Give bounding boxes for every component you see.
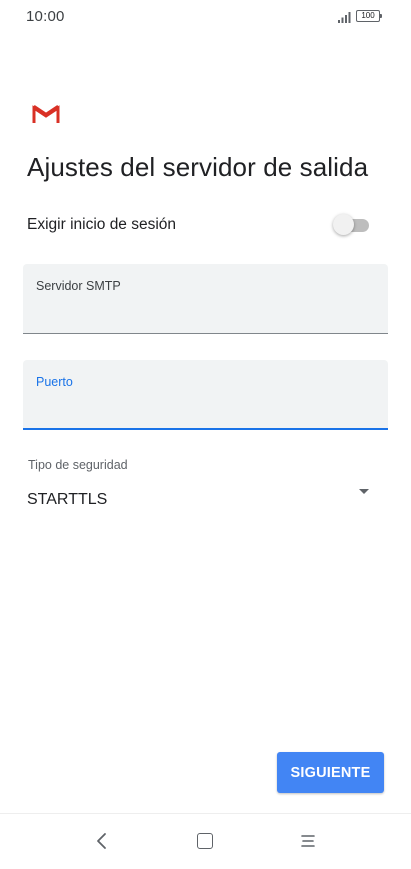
port-field[interactable]: Puerto: [23, 360, 388, 430]
security-type-label: Tipo de seguridad: [28, 458, 128, 472]
gmail-icon: [32, 105, 60, 123]
port-label: Puerto: [36, 375, 73, 389]
security-type-dropdown[interactable]: STARTTLS: [23, 482, 388, 518]
status-bar: 10:00 100: [0, 0, 411, 36]
smtp-server-input[interactable]: [36, 300, 371, 322]
security-type-value: STARTTLS: [27, 491, 108, 508]
next-button[interactable]: SIGUIENTE: [277, 752, 384, 793]
require-login-label: Exigir inicio de sesión: [27, 216, 177, 233]
toggle-thumb: [333, 214, 354, 235]
battery-icon: 100: [356, 10, 382, 22]
status-time: 10:00: [26, 8, 65, 25]
port-input[interactable]: [36, 396, 371, 418]
menu-icon[interactable]: [300, 834, 316, 848]
page-title: Ajustes del servidor de salida: [27, 152, 369, 182]
dropdown-arrow-icon: [359, 489, 369, 494]
navigation-bar: [0, 813, 411, 869]
smtp-server-label: Servidor SMTP: [36, 279, 121, 293]
require-login-toggle[interactable]: [333, 214, 373, 236]
home-icon[interactable]: [197, 833, 213, 849]
smtp-server-field[interactable]: Servidor SMTP: [23, 264, 388, 334]
back-icon[interactable]: [94, 832, 110, 850]
signal-icon: [338, 12, 351, 23]
